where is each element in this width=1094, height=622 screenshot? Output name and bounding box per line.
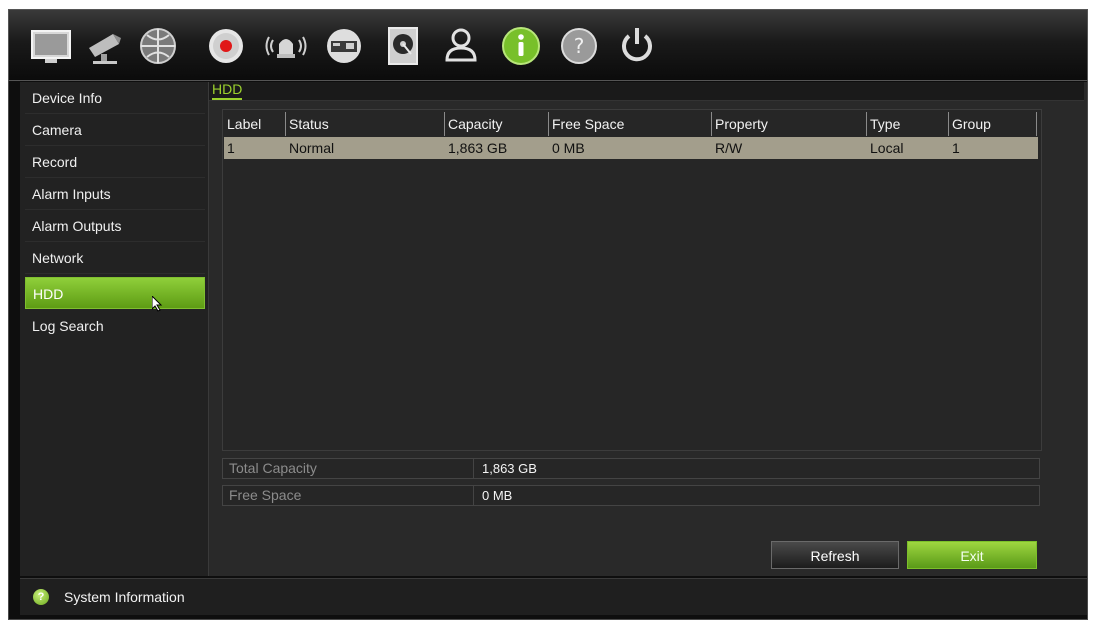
- total-capacity-label: Total Capacity: [229, 460, 317, 476]
- status-text: System Information: [64, 589, 185, 605]
- table-row[interactable]: 1 Normal 1,863 GB 0 MB R/W Local 1: [224, 137, 1038, 159]
- hdd-table: Label Status Capacity Free Space Propert…: [222, 109, 1042, 451]
- refresh-button[interactable]: Refresh: [771, 541, 899, 569]
- total-capacity-row: Total Capacity 1,863 GB: [222, 458, 1040, 479]
- power-icon[interactable]: [615, 24, 659, 68]
- total-capacity-value: 1,863 GB: [473, 459, 537, 478]
- free-space-row: Free Space 0 MB: [222, 485, 1040, 506]
- alarm-icon[interactable]: [264, 24, 308, 68]
- breadcrumb-bar: HDD: [209, 81, 1084, 101]
- hdd-icon[interactable]: [381, 24, 425, 68]
- info-icon[interactable]: [499, 24, 543, 68]
- sidebar-item-device-info[interactable]: Device Info: [25, 82, 205, 114]
- status-bar: ? System Information: [20, 578, 1087, 615]
- free-space-label: Free Space: [229, 487, 302, 503]
- column-header-free-space[interactable]: Free Space: [549, 112, 712, 136]
- cell-capacity: 1,863 GB: [448, 140, 508, 156]
- cell-free-space: 0 MB: [552, 140, 585, 156]
- sidebar-item-alarm-inputs[interactable]: Alarm Inputs: [25, 178, 205, 210]
- sidebar-item-alarm-outputs[interactable]: Alarm Outputs: [25, 210, 205, 242]
- record-icon[interactable]: [204, 24, 248, 68]
- mouse-cursor-icon: [152, 296, 163, 312]
- column-header-group[interactable]: Group: [949, 112, 1037, 136]
- sidebar-item-hdd[interactable]: HDD: [25, 277, 205, 309]
- cell-property: R/W: [715, 140, 743, 156]
- breadcrumb[interactable]: HDD: [212, 81, 243, 100]
- sidebar-item-camera[interactable]: Camera: [25, 114, 205, 146]
- cell-type: Local: [870, 140, 904, 156]
- sidebar-item-log-search[interactable]: Log Search: [25, 310, 205, 342]
- column-header-label[interactable]: Label: [224, 112, 286, 136]
- sidebar-item-network[interactable]: Network: [25, 242, 205, 274]
- help-icon[interactable]: ?: [557, 24, 601, 68]
- main-panel: HDD Label Status Capacity Free Space Pro…: [209, 81, 1087, 576]
- exit-button[interactable]: Exit: [907, 541, 1037, 569]
- network-globe-icon[interactable]: [136, 24, 180, 68]
- monitor-icon[interactable]: [29, 24, 73, 68]
- column-header-status[interactable]: Status: [286, 112, 445, 136]
- main-toolbar: ?: [8, 9, 1088, 81]
- svg-text:?: ?: [574, 34, 585, 58]
- device-icon[interactable]: [322, 24, 366, 68]
- user-icon[interactable]: [439, 24, 483, 68]
- column-header-property[interactable]: Property: [712, 112, 867, 136]
- sidebar: Device Info Camera Record Alarm Inputs A…: [20, 82, 209, 576]
- sidebar-item-record[interactable]: Record: [25, 146, 205, 178]
- camera-icon[interactable]: [83, 24, 127, 68]
- column-header-capacity[interactable]: Capacity: [445, 112, 549, 136]
- column-header-type[interactable]: Type: [867, 112, 949, 136]
- cell-label: 1: [227, 140, 235, 156]
- free-space-value: 0 MB: [473, 486, 512, 505]
- cell-group: 1: [952, 140, 960, 156]
- help-icon: ?: [33, 589, 49, 605]
- cell-status: Normal: [289, 140, 335, 156]
